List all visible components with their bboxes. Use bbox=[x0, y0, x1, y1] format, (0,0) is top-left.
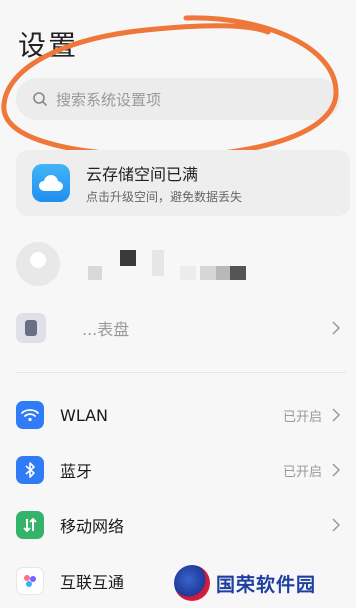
blurred-name-part bbox=[180, 266, 196, 280]
bluetooth-icon bbox=[16, 456, 44, 484]
mobile-network-icon bbox=[16, 511, 44, 539]
cloud-card-title: 云存储空间已满 bbox=[86, 165, 199, 184]
blurred-name-part bbox=[216, 266, 230, 280]
chevron-right-icon bbox=[332, 408, 340, 422]
settings-row-wlan[interactable]: WLAN 已开启 bbox=[16, 387, 340, 443]
bluetooth-label: 蓝牙 bbox=[60, 462, 93, 481]
cloud-storage-card[interactable]: 云存储空间已满 点击升级空间，避免数据丢失 bbox=[16, 150, 350, 216]
blurred-name-part bbox=[152, 250, 164, 276]
watermark: 国荣软件园 bbox=[174, 565, 350, 601]
watch-faces-label: ...表盘 bbox=[82, 320, 130, 339]
watch-faces-row[interactable]: ...表盘 bbox=[16, 300, 340, 356]
bluetooth-status: 已开启 bbox=[282, 464, 322, 480]
blurred-name-part bbox=[230, 266, 246, 280]
search-placeholder: 搜索系统设置项 bbox=[56, 90, 162, 109]
watch-face-icon bbox=[16, 313, 46, 343]
blurred-name-part bbox=[200, 266, 216, 280]
wlan-label: WLAN bbox=[60, 405, 109, 425]
search-bar[interactable]: 搜索系统设置项 bbox=[16, 78, 340, 120]
globe-logo-icon bbox=[174, 565, 210, 601]
cloud-card-subtitle: 点击升级空间，避免数据丢失 bbox=[86, 190, 243, 204]
section-divider bbox=[16, 372, 346, 373]
settings-row-bluetooth[interactable]: 蓝牙 已开启 bbox=[16, 442, 340, 498]
settings-row-mobile-network[interactable]: 移动网络 bbox=[16, 497, 340, 553]
mobile-network-label: 移动网络 bbox=[60, 517, 125, 536]
watermark-text: 国荣软件园 bbox=[216, 573, 317, 596]
cloud-icon bbox=[32, 164, 70, 202]
page-title: 设置 bbox=[18, 29, 79, 62]
wlan-status: 已开启 bbox=[282, 409, 322, 425]
chevron-right-icon bbox=[332, 463, 340, 477]
blurred-name bbox=[88, 266, 102, 280]
connectivity-icon bbox=[16, 567, 44, 595]
wifi-icon bbox=[16, 401, 44, 429]
chevron-right-icon bbox=[332, 518, 340, 532]
search-icon bbox=[33, 92, 47, 106]
avatar bbox=[16, 242, 60, 286]
blurred-name-part bbox=[120, 250, 136, 266]
account-row[interactable] bbox=[16, 238, 336, 286]
chevron-right-icon bbox=[332, 321, 340, 335]
